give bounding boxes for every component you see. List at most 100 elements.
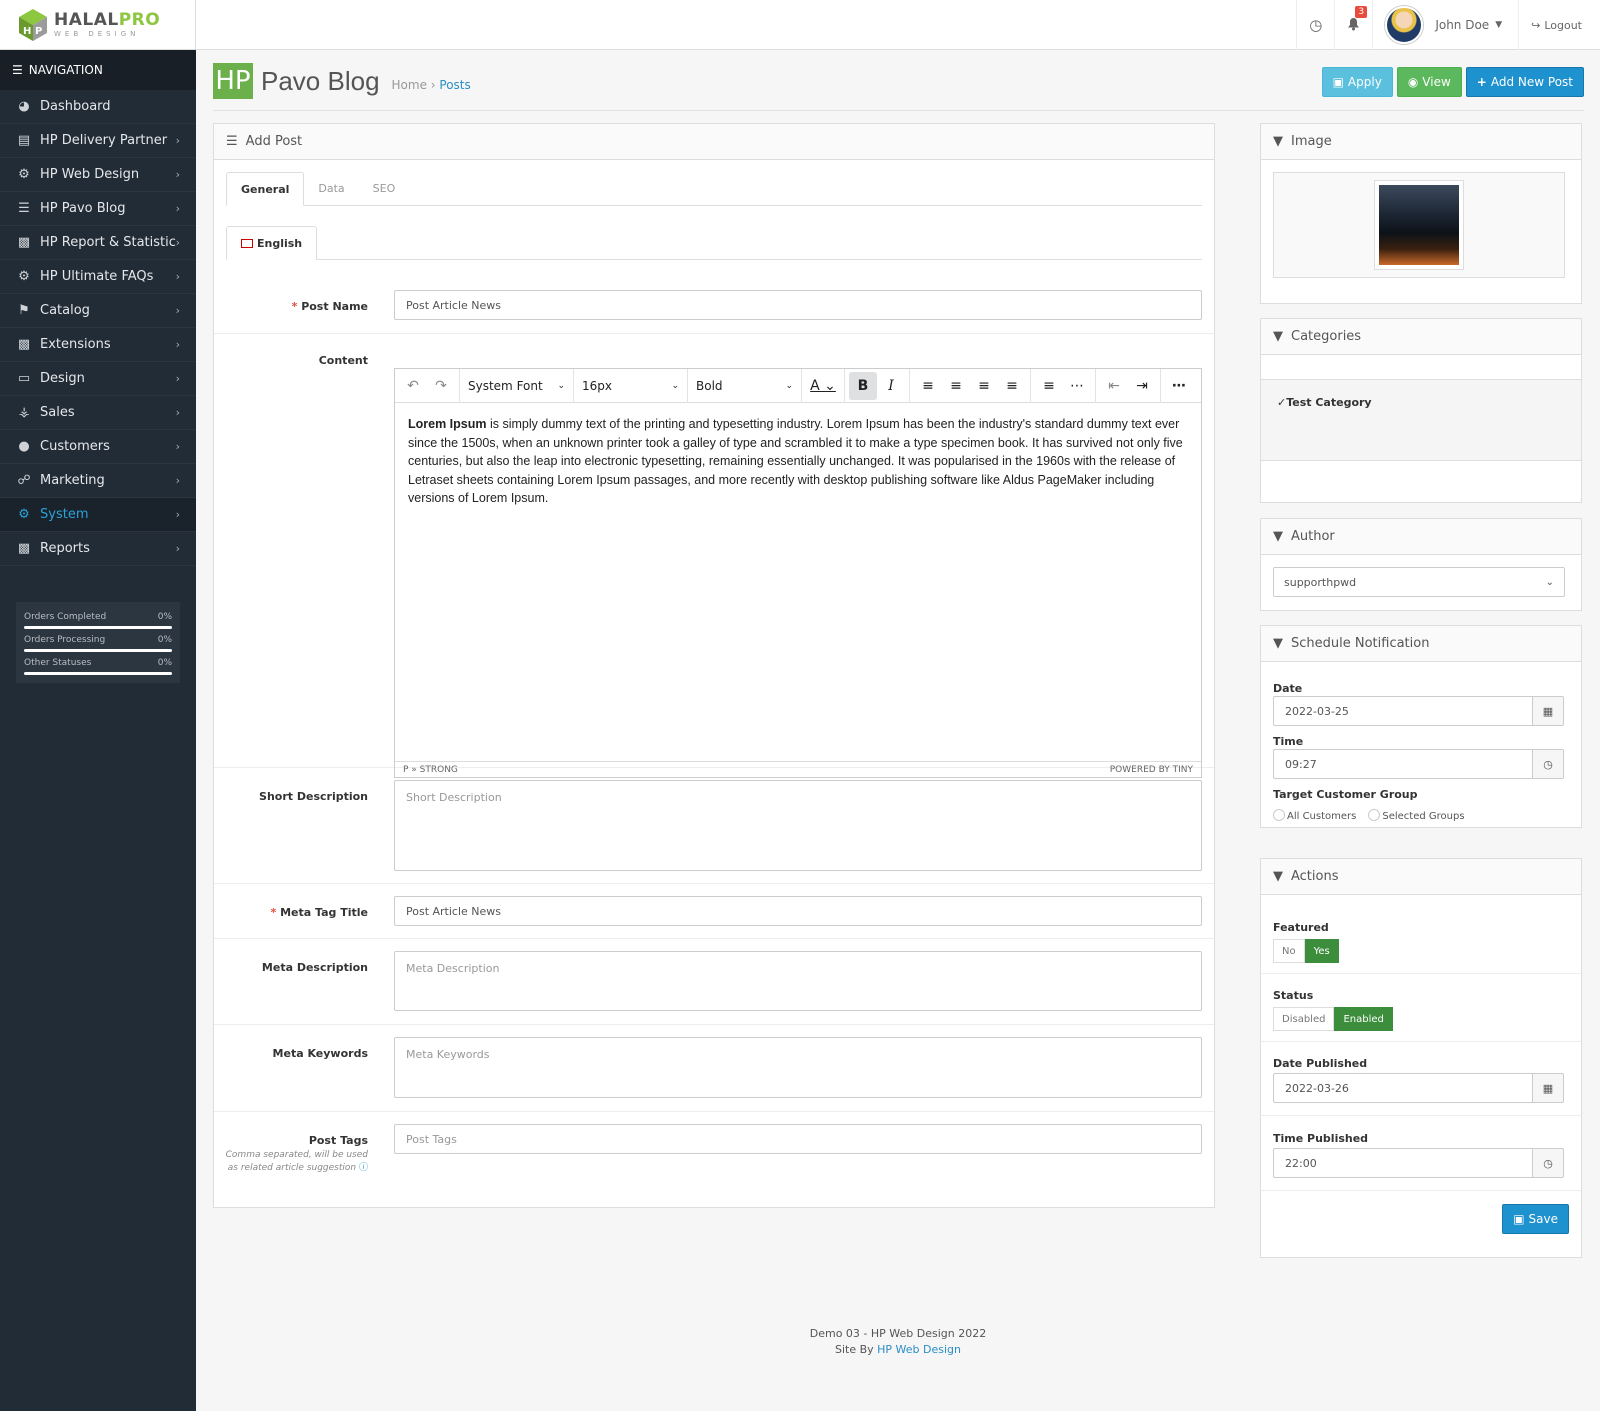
sidebar-item-label: Sales — [40, 405, 75, 420]
sidebar-item-hp-web-design[interactable]: ⚙ HP Web Design › — [0, 158, 196, 192]
sidebar-item-sales[interactable]: ⚶ Sales › — [0, 396, 196, 430]
footer: Demo 03 - HP Web Design 2022 Site By HP … — [196, 1326, 1600, 1358]
category-item[interactable]: ✓Test Category — [1277, 396, 1372, 409]
tab-seo[interactable]: SEO — [359, 172, 410, 205]
stat-label: Orders Processing — [24, 635, 106, 645]
brand-logo[interactable]: HP HALALPRO WEB DESIGN — [0, 0, 196, 50]
schedule-title: Schedule Notification — [1291, 636, 1430, 651]
tab-general[interactable]: General — [226, 172, 305, 206]
actions-panel: ▼ Actions Featured No Yes Status Disabled… — [1260, 858, 1582, 1258]
redo-icon[interactable]: ↷ — [427, 372, 455, 400]
save-button[interactable]: ▣ Save — [1502, 1204, 1569, 1234]
align-left-icon[interactable]: ≡ — [914, 372, 942, 400]
calendar-icon[interactable]: ▦ — [1532, 696, 1564, 726]
meta-keywords-row: Meta Keywords Meta Keywords — [214, 1025, 1214, 1112]
font-family-select[interactable]: System Font ⌄ — [460, 368, 574, 403]
clock-icon[interactable]: ◷ — [1532, 1148, 1564, 1178]
post-tags-input[interactable]: Post Tags — [394, 1124, 1202, 1154]
indent-icon[interactable]: ⇥ — [1128, 372, 1156, 400]
editor-content[interactable]: Lorem Ipsum is simply dummy text of the … — [395, 403, 1201, 520]
clock-icon[interactable]: ◷ — [1532, 749, 1564, 779]
breadcrumb-posts[interactable]: Posts — [439, 78, 470, 92]
meta-description-textarea[interactable]: Meta Description — [394, 951, 1202, 1011]
question-circle-icon[interactable]: ⓘ — [359, 1163, 368, 1173]
divider — [1261, 1041, 1581, 1042]
rich-text-editor[interactable]: ↶ ↷ System Font ⌄ 16px ⌄ Bold ⌄ A ⌄ B I ≡ ≡… — [394, 368, 1202, 778]
featured-toggle: No Yes — [1273, 939, 1339, 963]
add-new-post-button[interactable]: + Add New Post — [1465, 67, 1584, 97]
chevron-right-icon: › — [175, 440, 180, 453]
sidebar-item-hp-delivery-partner[interactable]: ▤ HP Delivery Partner › — [0, 124, 196, 158]
apply-button[interactable]: ▣ Apply — [1321, 67, 1393, 97]
meta-title-row: * Meta Tag Title Post Article News — [214, 884, 1214, 939]
status-enabled[interactable]: Enabled — [1334, 1007, 1393, 1031]
categories-panel: ▼ Categories ✓Test Category — [1260, 318, 1582, 503]
footer-link[interactable]: HP Web Design — [877, 1343, 961, 1356]
sidebar-item-hp-report-statistic[interactable]: ▩ HP Report & Statistic › — [0, 226, 196, 260]
history-button[interactable]: ◷ — [1296, 0, 1334, 50]
meta-description-label: Meta Description — [261, 961, 368, 974]
stat-value: 0% — [157, 635, 172, 645]
breadcrumb-home[interactable]: Home — [392, 78, 427, 92]
tags-icon: ⚑ — [18, 303, 30, 318]
radio-icon — [1368, 809, 1381, 821]
featured-no[interactable]: No — [1273, 939, 1305, 963]
post-name-label: * Post Name — [291, 300, 368, 313]
time-input[interactable]: 09:27 — [1273, 749, 1533, 779]
tab-data[interactable]: Data — [304, 172, 358, 205]
radio-all-customers[interactable]: All Customers — [1273, 809, 1356, 822]
notifications-button[interactable]: 3 — [1334, 0, 1372, 50]
logout-link[interactable]: ↪ Logout — [1518, 0, 1600, 50]
undo-icon[interactable]: ↶ — [399, 372, 427, 400]
sidebar-item-system[interactable]: ⚙ System › — [0, 498, 196, 532]
chevron-right-icon: › — [175, 338, 180, 351]
featured-yes[interactable]: Yes — [1304, 939, 1339, 963]
sidebar-item-catalog[interactable]: ⚑ Catalog › — [0, 294, 196, 328]
align-center-icon[interactable]: ≡ — [942, 372, 970, 400]
brand-tagline: WEB DESIGN — [54, 30, 140, 38]
order-stats: Orders Completed 0% Orders Processing 0% Oth… — [16, 602, 180, 683]
more-icon[interactable]: ⋯ — [1165, 372, 1193, 400]
navigation-title: ☰ NAVIGATION — [0, 50, 196, 90]
sidebar-item-reports[interactable]: ▩ Reports › — [0, 532, 196, 566]
dashboard-icon: ◕ — [18, 99, 30, 114]
align-justify-icon[interactable]: ≡ — [998, 372, 1026, 400]
short-description-textarea[interactable]: Short Description — [394, 780, 1202, 871]
sidebar-item-design[interactable]: ▭ Design › — [0, 362, 196, 396]
tab-english[interactable]: English — [226, 226, 318, 260]
font-size-select[interactable]: 16px ⌄ — [574, 368, 688, 403]
sidebar-item-customers[interactable]: ● Customers › — [0, 430, 196, 464]
sidebar-item-hp-pavo-blog[interactable]: ☰ HP Pavo Blog › — [0, 192, 196, 226]
radio-selected-groups[interactable]: Selected Groups — [1368, 809, 1465, 822]
post-image-thumbnail[interactable] — [1374, 180, 1464, 270]
status-disabled[interactable]: Disabled — [1273, 1007, 1335, 1031]
author-select[interactable]: supporthpwd ⌄ — [1273, 567, 1565, 597]
post-tags-label: Post Tags — [308, 1134, 368, 1147]
date-input[interactable]: 2022-03-25 — [1273, 696, 1533, 726]
user-menu[interactable]: John Doe ▼ — [1372, 0, 1518, 50]
sidebar-item-dashboard[interactable]: ◕ Dashboard — [0, 90, 196, 124]
sidebar-item-marketing[interactable]: ☍ Marketing › — [0, 464, 196, 498]
bold-icon[interactable]: B — [849, 371, 877, 400]
date-published-input[interactable]: 2022-03-26 — [1273, 1073, 1533, 1103]
sidebar-item-extensions[interactable]: ▩ Extensions › — [0, 328, 196, 362]
sidebar-item-hp-ultimate-faqs[interactable]: ⚙ HP Ultimate FAQs › — [0, 260, 196, 294]
post-name-input[interactable]: Post Article News — [394, 290, 1202, 320]
align-right-icon[interactable]: ≡ — [970, 372, 998, 400]
italic-icon[interactable]: I — [877, 372, 905, 400]
bullet-list-icon[interactable]: ⋯ — [1063, 372, 1091, 400]
numbered-list-icon[interactable]: ≡ — [1035, 372, 1063, 400]
meta-title-input[interactable]: Post Article News — [394, 896, 1202, 926]
chevron-right-icon: › — [175, 474, 180, 487]
time-published-input[interactable]: 22:00 — [1273, 1148, 1533, 1178]
content-label: Content — [318, 354, 368, 367]
view-button[interactable]: ◉ View — [1396, 67, 1462, 97]
format-select[interactable]: Bold ⌄ — [688, 368, 802, 403]
list-icon: ☰ — [226, 134, 238, 149]
time-published-label: Time Published — [1273, 1132, 1369, 1145]
text-color-icon[interactable]: A ⌄ — [806, 372, 840, 400]
calendar-icon[interactable]: ▦ — [1532, 1073, 1564, 1103]
outdent-icon[interactable]: ⇤ — [1100, 372, 1128, 400]
meta-keywords-textarea[interactable]: Meta Keywords — [394, 1037, 1202, 1098]
breadcrumb: Home › Posts — [391, 78, 471, 92]
